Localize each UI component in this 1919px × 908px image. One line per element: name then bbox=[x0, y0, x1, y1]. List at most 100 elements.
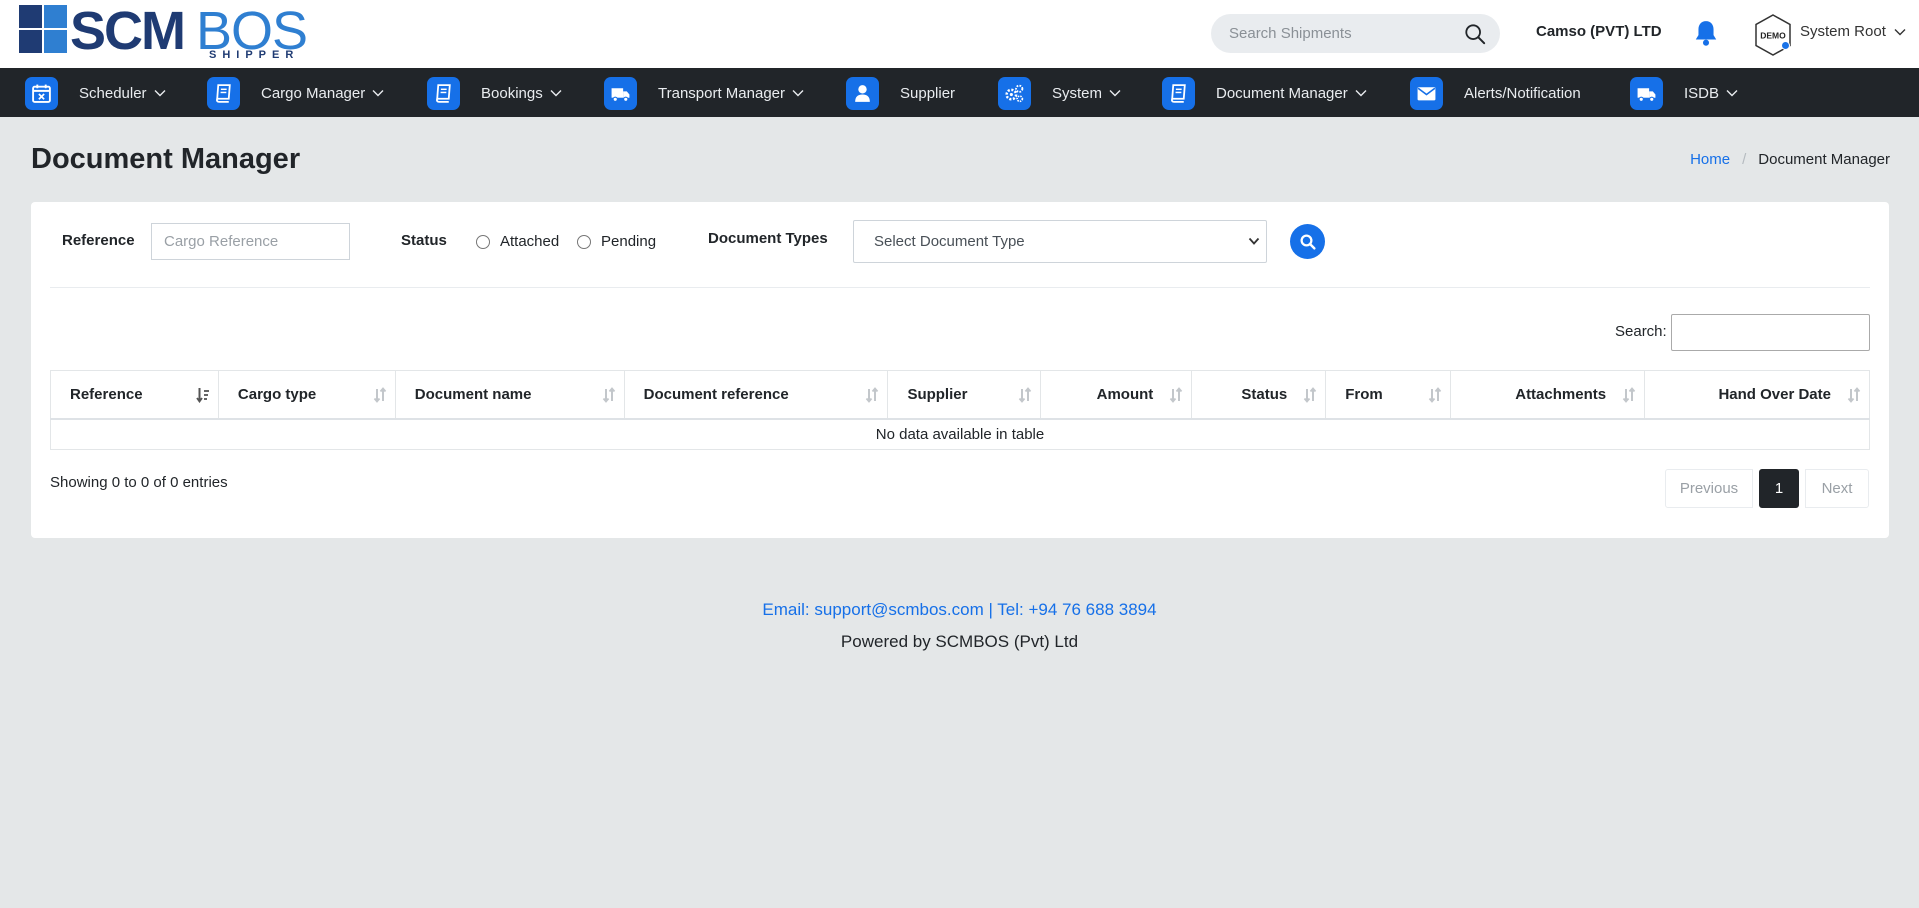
sort-icon bbox=[373, 387, 386, 403]
nav-item-document-manager[interactable]: Document Manager bbox=[1162, 76, 1367, 110]
sort-icon bbox=[1622, 387, 1636, 403]
nav-label: Alerts/Notification bbox=[1464, 84, 1581, 102]
footer-powered-by: Powered by SCMBOS (Pvt) Ltd bbox=[840, 632, 1079, 651]
shipment-search bbox=[1211, 14, 1500, 53]
logo-scm-text: SCM bbox=[70, 1, 186, 61]
nav-label: System bbox=[1052, 84, 1103, 102]
nav-label: ISDB bbox=[1684, 84, 1720, 102]
logo-mark bbox=[19, 5, 68, 53]
previous-page-button[interactable]: Previous bbox=[1665, 469, 1753, 508]
column-header-supplier[interactable]: Supplier bbox=[887, 370, 1042, 420]
page-button-1[interactable]: 1 bbox=[1759, 469, 1799, 508]
book-icon bbox=[1162, 76, 1195, 110]
radio-circle[interactable] bbox=[476, 234, 490, 249]
column-header-hand-over-date[interactable]: Hand Over Date bbox=[1644, 370, 1870, 420]
user-menu[interactable]: System Root bbox=[1800, 23, 1906, 40]
online-status-dot bbox=[1781, 41, 1790, 50]
sort-asc-icon bbox=[196, 388, 209, 403]
shipment-search-input[interactable] bbox=[1229, 14, 1459, 53]
sort-icon bbox=[1304, 387, 1317, 403]
nav-item-scheduler[interactable]: Scheduler bbox=[25, 76, 166, 110]
search-icon bbox=[1300, 234, 1316, 250]
nav-item-system[interactable]: System bbox=[998, 76, 1121, 110]
breadcrumb-home-link[interactable]: Home bbox=[1690, 151, 1730, 168]
status-pending-radio[interactable]: Pending bbox=[577, 233, 656, 250]
envelope-icon bbox=[1410, 76, 1443, 110]
nav-item-alerts[interactable]: Alerts/Notification bbox=[1410, 76, 1581, 110]
chevron-down-icon bbox=[1355, 90, 1367, 97]
sort-icon bbox=[866, 387, 879, 403]
top-header: SCM BOS SHIPPER Camso (PVT) LTD DEMO Sys… bbox=[0, 0, 1919, 68]
book-icon bbox=[207, 76, 240, 110]
nav-item-isdb[interactable]: ISDB bbox=[1630, 76, 1738, 110]
table-search-input[interactable] bbox=[1671, 314, 1870, 351]
breadcrumb-separator: / bbox=[1742, 151, 1747, 168]
nav-label: Bookings bbox=[481, 84, 543, 102]
select-value: Select Document Type bbox=[874, 233, 1025, 250]
chevron-down-icon bbox=[792, 90, 804, 97]
chevron-down-icon bbox=[1248, 237, 1260, 245]
breadcrumb-current: Document Manager bbox=[1758, 151, 1890, 168]
column-header-amount[interactable]: Amount bbox=[1040, 370, 1193, 420]
divider bbox=[50, 287, 1870, 288]
avatar-text: DEMO bbox=[1760, 31, 1786, 41]
column-header-document-name[interactable]: Document name bbox=[394, 370, 625, 420]
document-types-label: Document Types bbox=[708, 230, 828, 247]
sort-icon bbox=[602, 387, 615, 403]
column-header-cargo-type[interactable]: Cargo type bbox=[217, 370, 396, 420]
truck-icon bbox=[1630, 76, 1663, 110]
page-title: Document Manager bbox=[31, 143, 301, 175]
sort-icon bbox=[1847, 387, 1861, 403]
table-search-label: Search: bbox=[1615, 323, 1667, 340]
calendar-icon bbox=[25, 76, 58, 110]
logo-subtitle: SHIPPER bbox=[209, 49, 300, 61]
chevron-down-icon bbox=[1894, 28, 1906, 35]
nav-item-cargo-manager[interactable]: Cargo Manager bbox=[207, 76, 384, 110]
nav-label: Scheduler bbox=[79, 84, 147, 102]
column-header-from[interactable]: From bbox=[1325, 370, 1452, 420]
table-info: Showing 0 to 0 of 0 entries bbox=[50, 474, 228, 491]
nav-label: Transport Manager bbox=[658, 84, 786, 102]
radio-label: Pending bbox=[601, 233, 657, 250]
status-label: Status bbox=[401, 232, 447, 249]
user-icon bbox=[846, 76, 879, 110]
pagination: Previous 1 Next bbox=[1665, 469, 1869, 508]
radio-label: Attached bbox=[500, 233, 560, 250]
nav-item-transport-manager[interactable]: Transport Manager bbox=[604, 76, 804, 110]
reference-label: Reference bbox=[62, 232, 135, 249]
column-header-reference[interactable]: Reference bbox=[50, 370, 219, 420]
search-icon[interactable] bbox=[1464, 23, 1486, 45]
main-nav: Scheduler Cargo Manager Bookings Transpo… bbox=[0, 68, 1919, 117]
gears-icon bbox=[998, 76, 1031, 110]
column-header-document-reference[interactable]: Document reference bbox=[623, 370, 889, 420]
document-card: Reference Status Attached Pending Docume… bbox=[31, 202, 1889, 538]
chevron-down-icon bbox=[154, 90, 166, 97]
nav-item-supplier[interactable]: Supplier bbox=[846, 76, 955, 110]
nav-item-bookings[interactable]: Bookings bbox=[427, 76, 562, 110]
table-row: No data available in table bbox=[50, 418, 1870, 450]
filter-search-button[interactable] bbox=[1290, 224, 1325, 259]
breadcrumb: Home / Document Manager bbox=[1690, 151, 1890, 168]
radio-circle[interactable] bbox=[577, 234, 591, 249]
company-name: Camso (PVT) LTD bbox=[1536, 23, 1662, 40]
nav-label: Supplier bbox=[900, 84, 956, 102]
cargo-reference-input[interactable] bbox=[151, 223, 350, 260]
chevron-down-icon bbox=[1109, 90, 1121, 97]
footer-contact[interactable]: Email: support@scmbos.com | Tel: +94 76 … bbox=[0, 600, 1919, 620]
documents-table: Reference Cargo type Document name Docum… bbox=[50, 370, 1870, 450]
sort-icon bbox=[1170, 387, 1183, 403]
book-icon bbox=[427, 76, 460, 110]
user-name: System Root bbox=[1800, 23, 1886, 40]
chevron-down-icon bbox=[550, 90, 562, 97]
sort-icon bbox=[1019, 387, 1032, 403]
next-page-button[interactable]: Next bbox=[1805, 469, 1869, 508]
status-attached-radio[interactable]: Attached bbox=[476, 233, 559, 250]
bell-icon[interactable] bbox=[1693, 19, 1719, 47]
nav-label: Document Manager bbox=[1216, 84, 1348, 102]
sort-icon bbox=[1428, 387, 1442, 403]
column-header-status[interactable]: Status bbox=[1191, 370, 1327, 420]
table-header-row: Reference Cargo type Document name Docum… bbox=[50, 370, 1870, 420]
document-type-select[interactable]: Select Document Type bbox=[853, 220, 1267, 263]
chevron-down-icon bbox=[372, 90, 384, 97]
column-header-attachments[interactable]: Attachments bbox=[1450, 370, 1646, 420]
